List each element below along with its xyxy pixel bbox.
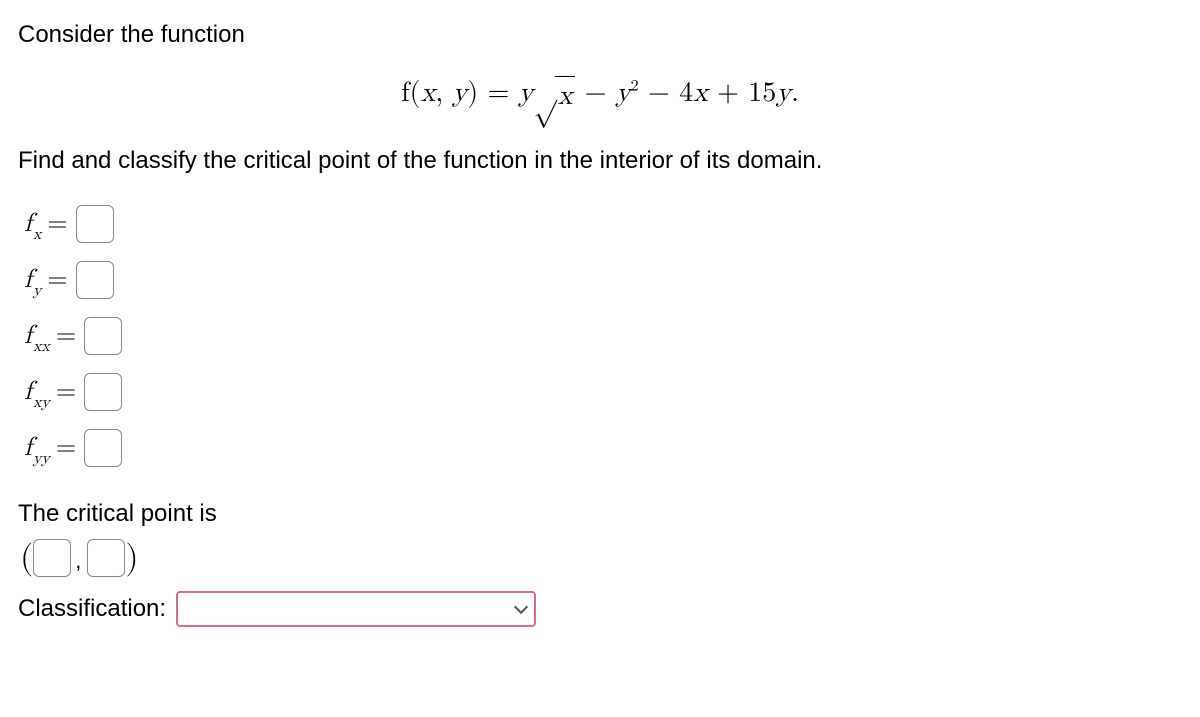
fyy-eq: = xyxy=(56,430,76,466)
fx-sub: x xyxy=(33,224,41,246)
critical-point-header: The critical point is xyxy=(18,497,1182,531)
classification-label: Classification: xyxy=(18,592,166,626)
fxx-sub: xx xyxy=(33,336,50,358)
eq-lhs-comma: , xyxy=(435,79,452,107)
fy-sub: y xyxy=(33,280,41,302)
fxy-f: f xyxy=(24,374,32,410)
row-fxx: fxx = xyxy=(24,315,1182,357)
classification-row: Classification: xyxy=(18,591,1182,627)
fy-eq: = xyxy=(47,262,67,298)
sqrt-radicand: x xyxy=(555,76,576,116)
eq-lhs-open: ( xyxy=(410,79,421,107)
eq-lhs-f: f xyxy=(401,79,410,107)
eq-t2-y: y xyxy=(616,79,631,107)
row-fyy: fyy = xyxy=(24,427,1182,469)
eq-minus2: − xyxy=(639,79,679,107)
classification-select[interactable] xyxy=(176,591,536,627)
eq-t3-coef: 4 xyxy=(679,79,693,107)
row-fy: fy = xyxy=(24,259,1182,301)
eq-t3-var: x xyxy=(693,79,708,107)
fxx-f: f xyxy=(24,318,32,354)
eq-lhs-y: y xyxy=(452,79,467,107)
prompt-intro: Consider the function xyxy=(18,18,1182,52)
critical-y-input[interactable] xyxy=(87,539,125,577)
fx-input[interactable] xyxy=(76,205,114,243)
fxy-input[interactable] xyxy=(84,373,122,411)
classification-select-wrap xyxy=(176,591,536,627)
fyy-f: f xyxy=(24,430,32,466)
eq-minus1: − xyxy=(575,79,615,107)
fy-input[interactable] xyxy=(76,261,114,299)
fx-eq: = xyxy=(47,206,67,242)
eq-equals: = xyxy=(487,79,518,107)
row-fx: fx = xyxy=(24,203,1182,245)
sqrt-symbol: √ xyxy=(533,74,556,113)
instruction-text: Find and classify the critical point of … xyxy=(18,144,1182,178)
eq-plus: + xyxy=(708,79,748,107)
paren-open: ( xyxy=(20,541,33,575)
fxy-eq: = xyxy=(56,374,76,410)
paren-close: ) xyxy=(125,541,138,575)
eq-t4-var: y xyxy=(776,79,791,107)
fxx-input[interactable] xyxy=(84,317,122,355)
fx-f: f xyxy=(24,206,32,242)
eq-lhs-x: x xyxy=(421,79,436,107)
eq-t2-exp: 2 xyxy=(631,78,639,94)
critical-x-input[interactable] xyxy=(33,539,71,577)
fyy-sub: yy xyxy=(33,448,50,470)
eq-t1-y: y xyxy=(519,79,534,107)
function-equation: f(x, y) = y√x − y2 − 4x + 15y. xyxy=(18,74,1182,116)
eq-t4-coef: 15 xyxy=(748,79,776,107)
fxy-sub: xy xyxy=(33,392,50,414)
row-fxy: fxy = xyxy=(24,371,1182,413)
eq-lhs-close: ) xyxy=(467,79,487,107)
fy-f: f xyxy=(24,262,32,298)
eq-sqrt: √x xyxy=(533,74,575,116)
fyy-input[interactable] xyxy=(84,429,122,467)
derivative-inputs: fx = fy = fxx = fxy = fyy = xyxy=(24,203,1182,469)
eq-period: . xyxy=(791,79,799,107)
critical-comma: , xyxy=(75,546,81,577)
fxx-eq: = xyxy=(56,318,76,354)
critical-point-row: ( , ) xyxy=(20,539,1182,577)
